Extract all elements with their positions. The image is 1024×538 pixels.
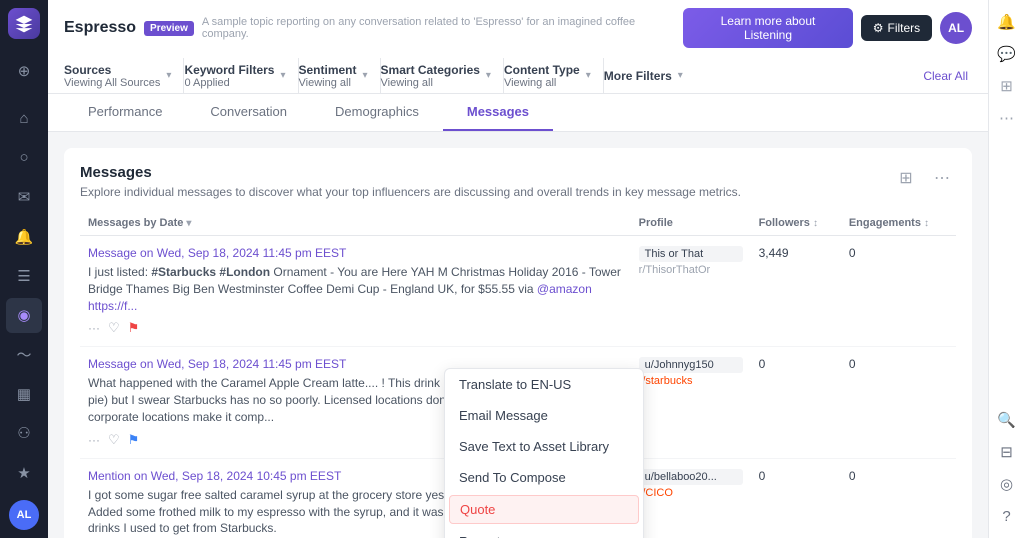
context-repost[interactable]: Repost: [445, 526, 643, 538]
panel-actions: ⊞ ⋯: [892, 164, 956, 192]
message-cell-1: Message on Wed, Sep 18, 2024 11:45 pm EE…: [80, 236, 631, 347]
profile-cell-2: u/Johnnyg150 r/starbucks: [631, 347, 751, 458]
followers-cell-2: 0: [751, 347, 841, 458]
platform-label-1: This or That: [639, 246, 743, 262]
col-messages-by-date[interactable]: Messages by Date ▾: [80, 211, 631, 236]
context-quote[interactable]: Quote: [449, 495, 639, 524]
profile-sub-3: r/CICO: [639, 487, 743, 499]
sidebar-item-star[interactable]: ★: [6, 455, 42, 490]
message-link-2[interactable]: Message on Wed, Sep 18, 2024 11:45 pm EE…: [88, 357, 346, 371]
flag-icon-2[interactable]: ⚑: [128, 432, 140, 448]
sidebar-item-home[interactable]: ⌂: [6, 101, 42, 136]
messages-desc: Explore individual messages to discover …: [80, 185, 956, 199]
profile-sub-1: r/ThisorThatOr: [639, 264, 743, 276]
profile-cell-1: This or That r/ThisorThatOr: [631, 236, 751, 347]
chevron-down-icon: ▾: [586, 70, 591, 81]
filter-content-type[interactable]: Content Type Viewing all ▾: [504, 58, 604, 93]
tab-bar: Performance Conversation Demographics Me…: [48, 94, 988, 132]
platform-label-2: u/Johnnyg150: [639, 357, 743, 373]
content-area: Messages Explore individual messages to …: [48, 132, 988, 538]
context-save-asset[interactable]: Save Text to Asset Library: [445, 431, 643, 462]
filter-more[interactable]: More Filters ▾: [604, 64, 695, 87]
right-grid-icon[interactable]: ⊞: [993, 72, 1021, 100]
chevron-down-icon: ▾: [363, 70, 368, 81]
top-header: Espresso Preview A sample topic reportin…: [48, 0, 988, 94]
sidebar-item-menu[interactable]: ☰: [6, 258, 42, 293]
filters-button[interactable]: ⚙ Filters: [861, 15, 932, 41]
more-dots-1[interactable]: ···: [88, 321, 100, 335]
messages-title: Messages: [80, 164, 956, 181]
right-dots-icon[interactable]: ⋯: [993, 104, 1021, 132]
context-email[interactable]: Email Message: [445, 400, 643, 431]
filter-bar: Sources Viewing All Sources ▾ Keyword Fi…: [64, 52, 972, 93]
profile-sub-2: r/starbucks: [639, 375, 743, 387]
learn-listening-button[interactable]: Learn more about Listening: [683, 8, 852, 48]
message-link-1[interactable]: Message on Wed, Sep 18, 2024 11:45 pm EE…: [88, 246, 346, 260]
sidebar-item-bar[interactable]: ▦: [6, 376, 42, 411]
right-notification-icon[interactable]: 🔔: [993, 8, 1021, 36]
app-logo[interactable]: [8, 8, 40, 39]
sidebar-item-mail[interactable]: ✉: [6, 179, 42, 214]
right-chat-icon[interactable]: 💬: [993, 40, 1021, 68]
messages-panel: Messages Explore individual messages to …: [64, 148, 972, 538]
engagements-cell-1: 0: [841, 236, 956, 347]
tab-performance[interactable]: Performance: [64, 94, 186, 131]
right-table-icon[interactable]: ⊟: [993, 438, 1021, 466]
col-profile: Profile: [631, 211, 751, 236]
filter-sources[interactable]: Sources Viewing All Sources ▾: [64, 58, 184, 93]
grid-view-button[interactable]: ⊞: [892, 164, 920, 192]
heart-icon-1[interactable]: ♡: [108, 320, 120, 336]
chevron-down-icon: ▾: [678, 70, 683, 81]
main-area: Espresso Preview A sample topic reportin…: [48, 0, 988, 538]
tab-messages[interactable]: Messages: [443, 94, 553, 131]
filter-icon: ⚙: [873, 21, 884, 35]
tab-demographics[interactable]: Demographics: [311, 94, 443, 131]
followers-cell-3: 0: [751, 458, 841, 538]
profile-cell-3: u/bellaboo20... r/CICO: [631, 458, 751, 538]
context-menu: Translate to EN-US Email Message Save Te…: [444, 368, 644, 538]
context-translate[interactable]: Translate to EN-US: [445, 369, 643, 400]
app-title: Espresso: [64, 19, 136, 37]
right-pin-icon[interactable]: ◎: [993, 470, 1021, 498]
followers-cell-1: 3,449: [751, 236, 841, 347]
preview-badge: Preview: [144, 21, 194, 36]
sidebar-expand-icon[interactable]: ⊕: [6, 53, 42, 88]
right-search-icon[interactable]: 🔍: [993, 406, 1021, 434]
message-actions-1: ··· ♡ ⚑: [88, 320, 623, 336]
sidebar-item-bell[interactable]: 🔔: [6, 219, 42, 254]
profile-button[interactable]: AL: [940, 12, 972, 44]
sidebar-item-circle[interactable]: ○: [6, 140, 42, 175]
clear-all-button[interactable]: Clear All: [923, 69, 972, 83]
table-row: Message on Wed, Sep 18, 2024 11:45 pm EE…: [80, 236, 956, 347]
sidebar-avatar[interactable]: AL: [9, 500, 39, 529]
sidebar-item-people[interactable]: ⚇: [6, 416, 42, 451]
sidebar-item-chart[interactable]: ◉: [6, 298, 42, 333]
more-options-button[interactable]: ⋯: [928, 164, 956, 192]
chevron-down-icon: ▾: [166, 70, 171, 81]
right-help-icon[interactable]: ?: [993, 502, 1021, 530]
sidebar-item-wave[interactable]: 〜: [6, 337, 42, 372]
platform-label-3: u/bellaboo20...: [639, 469, 743, 485]
col-engagements: Engagements ↕: [841, 211, 956, 236]
flag-icon-1[interactable]: ⚑: [128, 320, 140, 336]
more-dots-2[interactable]: ···: [88, 433, 100, 447]
preview-desc: A sample topic reporting on any conversa…: [202, 16, 683, 40]
tab-conversation[interactable]: Conversation: [186, 94, 311, 131]
chevron-down-icon: ▾: [280, 70, 285, 81]
sort-icon: ▾: [186, 218, 191, 229]
context-send-compose[interactable]: Send To Compose: [445, 462, 643, 493]
col-followers: Followers ↕: [751, 211, 841, 236]
filter-keyword[interactable]: Keyword Filters 0 Applied ▾: [184, 58, 298, 93]
left-sidebar: ⊕ ⌂ ○ ✉ 🔔 ☰ ◉ 〜 ▦ ⚇ ★ AL: [0, 0, 48, 538]
engagements-cell-2: 0: [841, 347, 956, 458]
engagements-cell-3: 0: [841, 458, 956, 538]
chevron-down-icon: ▾: [486, 70, 491, 81]
heart-icon-2[interactable]: ♡: [108, 432, 120, 448]
filter-sentiment[interactable]: Sentiment Viewing all ▾: [299, 58, 381, 93]
header-actions: Learn more about Listening ⚙ Filters AL: [683, 8, 972, 48]
filter-smart-categories[interactable]: Smart Categories Viewing all ▾: [381, 58, 504, 93]
message-link-3[interactable]: Mention on Wed, Sep 18, 2024 10:45 pm EE…: [88, 469, 341, 483]
message-body-1: I just listed: #Starbucks #London Orname…: [88, 264, 623, 314]
right-sidebar: 🔔 💬 ⊞ ⋯ 🔍 ⊟ ◎ ?: [988, 0, 1024, 538]
